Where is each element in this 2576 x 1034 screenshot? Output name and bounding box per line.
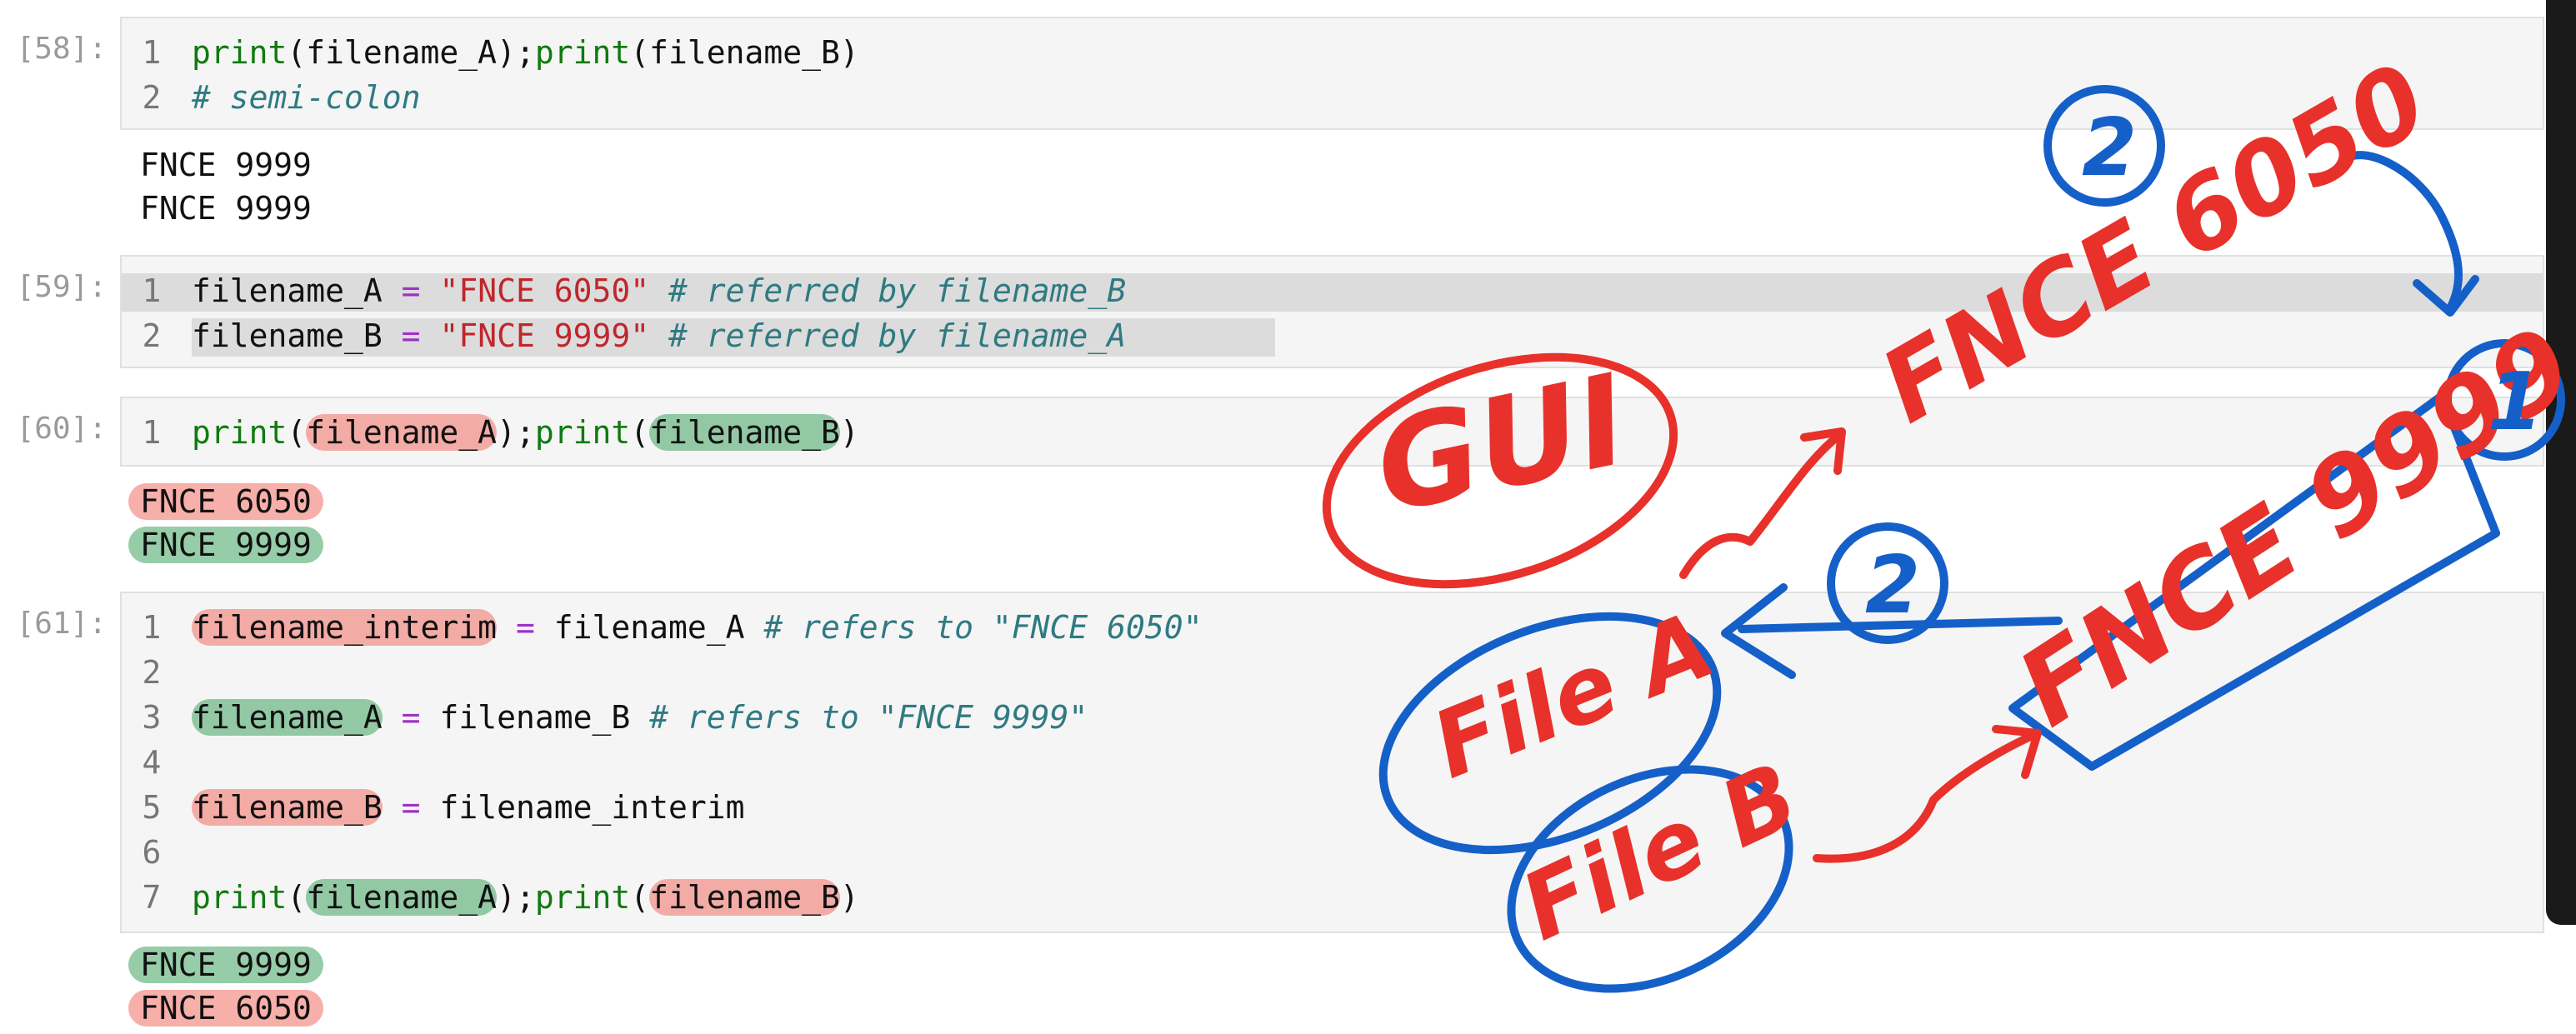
fnce-6050-label: FNCE 6050 bbox=[1863, 42, 2446, 446]
step-2-label: 2 bbox=[1865, 540, 1920, 632]
annotation-layer: GUI File A File B FNCE 6050 FNCE 9999 1 … bbox=[1322, 42, 2576, 993]
gui-label: GUI bbox=[1363, 347, 1638, 542]
step-1-label: 1 bbox=[2488, 357, 2543, 448]
step-3-label: 2 bbox=[2082, 102, 2137, 194]
red-arrow-gui-to-6050 bbox=[1679, 427, 1846, 579]
red-arrow-file-b-to-box bbox=[1813, 725, 2042, 863]
